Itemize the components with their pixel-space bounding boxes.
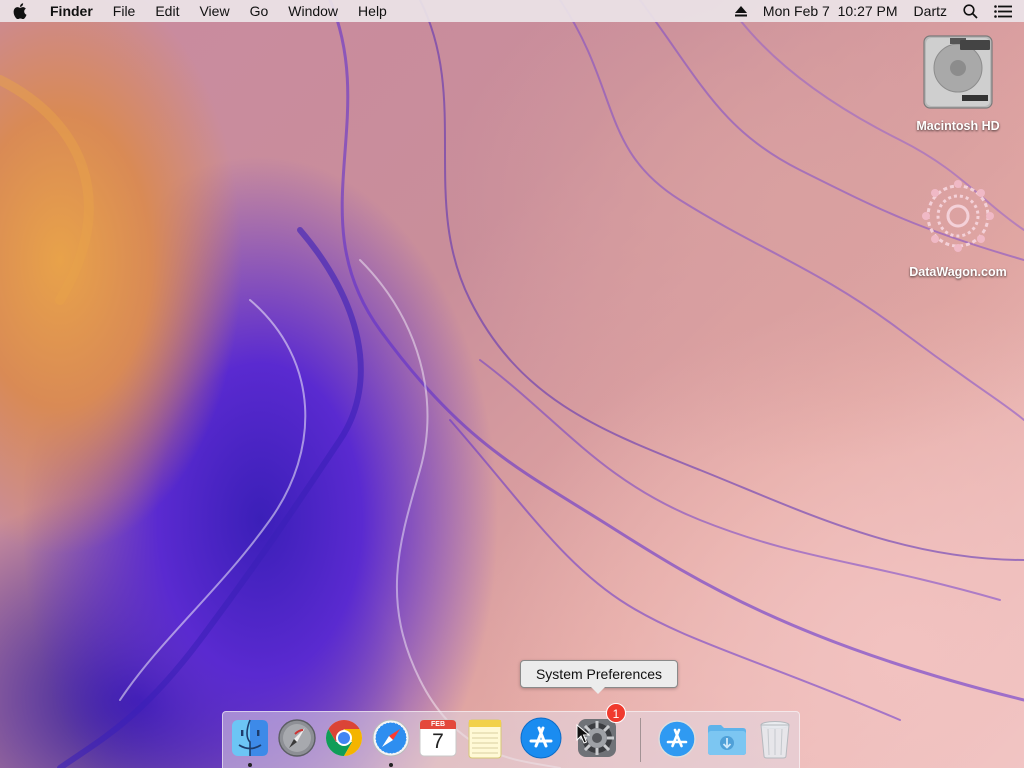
dock-app-app-store[interactable] (519, 716, 563, 760)
dock-app-launchpad[interactable] (275, 716, 319, 760)
chrome-icon (325, 720, 363, 756)
desktop-icon-macintosh-hd[interactable]: Macintosh HD (898, 32, 1018, 133)
dock-app-notes[interactable] (463, 716, 507, 760)
tooltip-arrow (591, 687, 605, 694)
menu-bar: Finder File Edit View Go Window Help Mon… (0, 0, 1024, 22)
wallpaper-waves (0, 0, 1024, 768)
desktop-wallpaper (0, 0, 1024, 768)
desktop-icon-label: Macintosh HD (916, 119, 1000, 133)
safari-icon (372, 719, 410, 757)
datawagon-logo-icon (922, 180, 994, 252)
trash-icon (760, 721, 790, 759)
menu-help[interactable]: Help (348, 0, 397, 22)
notes-icon (468, 719, 502, 759)
menu-go[interactable]: Go (240, 0, 279, 22)
dock: FEB 7 (222, 711, 800, 768)
notification-badge: 1 (606, 703, 626, 723)
user-menu[interactable]: Dartz (906, 0, 955, 22)
menu-window[interactable]: Window (278, 0, 348, 22)
calendar-day: 7 (432, 730, 444, 753)
launchpad-icon (278, 719, 316, 757)
menu-file[interactable]: File (103, 0, 146, 22)
calendar-month: FEB (431, 721, 445, 728)
apple-icon[interactable] (0, 0, 40, 22)
finder-icon (232, 719, 268, 756)
dock-app-safari[interactable] (369, 716, 413, 760)
dock-app-trash[interactable] (753, 716, 797, 760)
dock-app-downloads[interactable] (705, 716, 749, 760)
dock-tooltip: System Preferences (520, 660, 678, 688)
desktop-icon-label: DataWagon.com (909, 265, 1007, 279)
desktop-icon-datawagon[interactable]: DataWagon.com (898, 176, 1018, 279)
menu-view[interactable]: View (189, 0, 239, 22)
list-icon[interactable] (986, 4, 1024, 18)
hard-drive-icon (923, 35, 993, 109)
menu-app-finder[interactable]: Finder (40, 0, 103, 22)
downloads-folder-icon (708, 725, 746, 755)
dock-app-chrome[interactable] (322, 716, 366, 760)
search-icon[interactable] (955, 3, 986, 19)
clock-datetime[interactable]: Mon Feb 7 10:27 PM (755, 0, 906, 22)
mouse-cursor-icon (576, 724, 590, 744)
dock-divider (640, 718, 641, 762)
eject-icon[interactable] (727, 5, 755, 17)
dock-app-app-store-2[interactable] (655, 716, 699, 760)
app-store-icon (658, 720, 696, 758)
running-indicator (248, 763, 252, 767)
app-store-icon (520, 717, 562, 759)
menu-edit[interactable]: Edit (145, 0, 189, 22)
dock-app-finder[interactable] (228, 716, 272, 760)
dock-app-calendar[interactable]: FEB 7 (416, 716, 460, 760)
running-indicator (389, 763, 393, 767)
